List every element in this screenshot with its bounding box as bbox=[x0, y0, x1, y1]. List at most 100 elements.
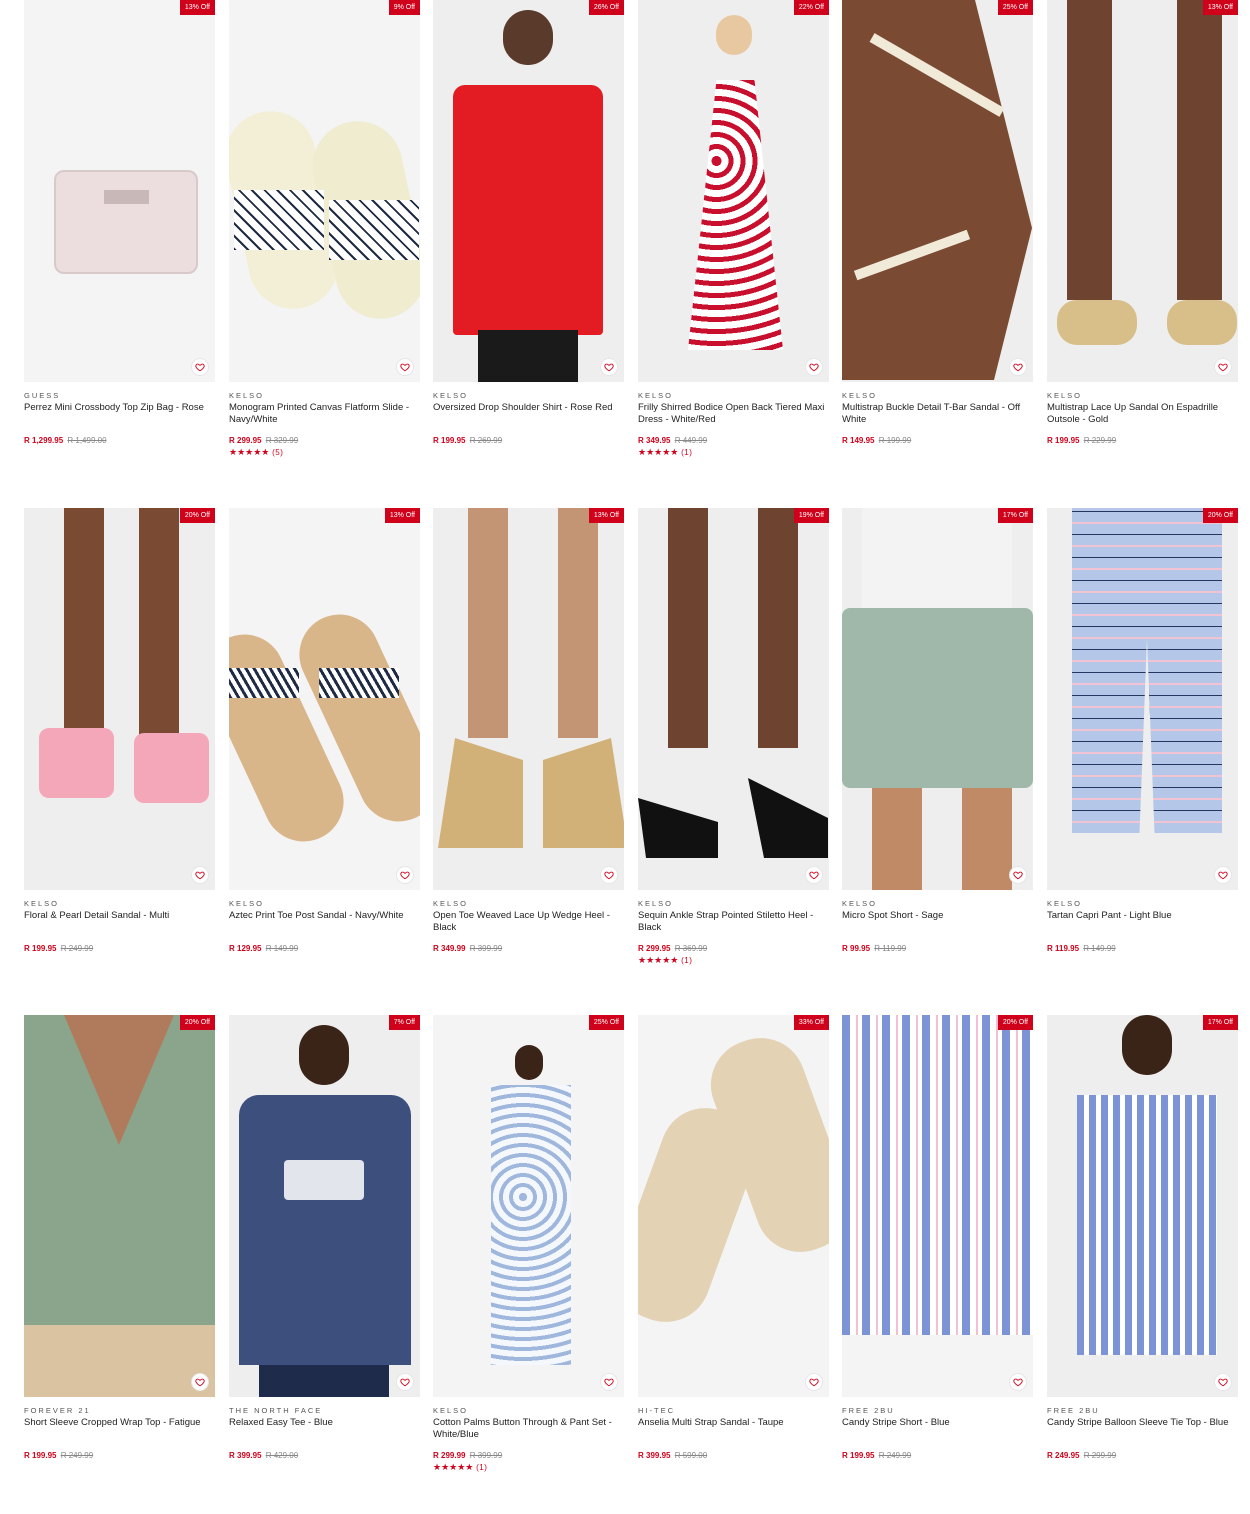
product-brand[interactable]: KELSO bbox=[433, 899, 624, 908]
product-brand[interactable]: FOREVER 21 bbox=[24, 1406, 215, 1415]
product-name[interactable]: Candy Stripe Balloon Sleeve Tie Top - Bl… bbox=[1047, 1417, 1238, 1440]
wishlist-button[interactable] bbox=[191, 1373, 209, 1391]
product-card[interactable]: 33% Off HI-TEC Anselia Multi Strap Sanda… bbox=[638, 1015, 829, 1472]
product-card[interactable]: 19% Off KELSO Sequin Ankle Strap Pointed… bbox=[638, 508, 829, 965]
wishlist-button[interactable] bbox=[396, 358, 414, 376]
product-image[interactable]: 13% Off bbox=[433, 508, 624, 890]
product-card[interactable]: 13% Off KELSO Open Toe Weaved Lace Up We… bbox=[433, 508, 624, 965]
wishlist-button[interactable] bbox=[1214, 866, 1232, 884]
product-brand[interactable]: GUESS bbox=[24, 391, 215, 400]
product-image[interactable]: 13% Off bbox=[1047, 0, 1238, 382]
product-image[interactable]: 25% Off bbox=[433, 1015, 624, 1397]
product-brand[interactable]: KELSO bbox=[1047, 391, 1238, 400]
product-brand[interactable]: KELSO bbox=[1047, 899, 1238, 908]
product-card[interactable]: 20% Off KELSO Floral & Pearl Detail Sand… bbox=[24, 508, 215, 965]
wishlist-button[interactable] bbox=[805, 866, 823, 884]
product-brand[interactable]: KELSO bbox=[842, 899, 1033, 908]
product-card[interactable]: 25% Off KELSO Cotton Palms Button Throug… bbox=[433, 1015, 624, 1472]
product-name[interactable]: Multistrap Buckle Detail T-Bar Sandal - … bbox=[842, 402, 1033, 425]
product-brand[interactable]: KELSO bbox=[638, 391, 829, 400]
product-brand[interactable]: KELSO bbox=[842, 391, 1033, 400]
product-image[interactable]: 22% Off bbox=[638, 0, 829, 382]
product-brand[interactable]: KELSO bbox=[229, 899, 420, 908]
product-card[interactable]: 25% Off KELSO Multistrap Buckle Detail T… bbox=[842, 0, 1033, 457]
product-prices: R 149.95 R 199.99 bbox=[842, 436, 1033, 446]
product-image[interactable]: 19% Off bbox=[638, 508, 829, 890]
heart-outline-icon bbox=[1218, 363, 1228, 372]
product-name[interactable]: Aztec Print Toe Post Sandal - Navy/White bbox=[229, 910, 420, 933]
product-brand[interactable]: FREE 2BU bbox=[1047, 1406, 1238, 1415]
current-price: R 349.95 bbox=[638, 436, 671, 445]
product-image[interactable]: 20% Off bbox=[1047, 508, 1238, 890]
product-name[interactable]: Floral & Pearl Detail Sandal - Multi bbox=[24, 910, 215, 933]
product-image[interactable]: 17% Off bbox=[842, 508, 1033, 890]
wishlist-button[interactable] bbox=[600, 1373, 618, 1391]
wishlist-button[interactable] bbox=[1009, 1373, 1027, 1391]
product-card[interactable]: 20% Off FOREVER 21 Short Sleeve Cropped … bbox=[24, 1015, 215, 1472]
product-image[interactable]: 20% Off bbox=[24, 508, 215, 890]
wishlist-button[interactable] bbox=[1009, 358, 1027, 376]
current-price: R 119.95 bbox=[1047, 944, 1080, 953]
product-name[interactable]: Open Toe Weaved Lace Up Wedge Heel - Bla… bbox=[433, 910, 624, 933]
product-brand[interactable]: KELSO bbox=[433, 1406, 624, 1415]
product-image[interactable]: 26% Off bbox=[433, 0, 624, 382]
product-image[interactable]: 20% Off bbox=[842, 1015, 1033, 1397]
wishlist-button[interactable] bbox=[1214, 1373, 1232, 1391]
current-price: R 199.95 bbox=[1047, 436, 1080, 445]
product-name[interactable]: Multistrap Lace Up Sandal On Espadrille … bbox=[1047, 402, 1238, 425]
product-card[interactable]: 13% Off GUESS Perrez Mini Crossbody Top … bbox=[24, 0, 215, 457]
product-name[interactable]: Relaxed Easy Tee - Blue bbox=[229, 1417, 420, 1440]
product-name[interactable]: Cotton Palms Button Through & Pant Set -… bbox=[433, 1417, 624, 1440]
wishlist-button[interactable] bbox=[600, 358, 618, 376]
product-card[interactable]: 7% Off THE NORTH FACE Relaxed Easy Tee -… bbox=[229, 1015, 420, 1472]
product-image[interactable]: 9% Off bbox=[229, 0, 420, 382]
product-image[interactable]: 20% Off bbox=[24, 1015, 215, 1397]
product-card[interactable]: 17% Off FREE 2BU Candy Stripe Balloon Sl… bbox=[1047, 1015, 1238, 1472]
product-card[interactable]: 9% Off KELSO Monogram Printed Canvas Fla… bbox=[229, 0, 420, 457]
product-brand[interactable]: FREE 2BU bbox=[842, 1406, 1033, 1415]
product-rating-empty bbox=[433, 447, 624, 457]
product-rating-empty bbox=[229, 1462, 420, 1472]
wishlist-button[interactable] bbox=[191, 358, 209, 376]
product-name[interactable]: Sequin Ankle Strap Pointed Stiletto Heel… bbox=[638, 910, 829, 933]
product-prices: R 399.95 R 429.00 bbox=[229, 1451, 420, 1461]
product-brand[interactable]: KELSO bbox=[24, 899, 215, 908]
product-brand[interactable]: HI-TEC bbox=[638, 1406, 829, 1415]
product-card[interactable]: 13% Off KELSO Multistrap Lace Up Sandal … bbox=[1047, 0, 1238, 457]
product-name[interactable]: Short Sleeve Cropped Wrap Top - Fatigue bbox=[24, 1417, 215, 1440]
product-card[interactable]: 13% Off KELSO Aztec Print Toe Post Sanda… bbox=[229, 508, 420, 965]
wishlist-button[interactable] bbox=[1214, 358, 1232, 376]
product-brand[interactable]: KELSO bbox=[638, 899, 829, 908]
product-image[interactable]: 17% Off bbox=[1047, 1015, 1238, 1397]
product-card[interactable]: 26% Off KELSO Oversized Drop Shoulder Sh… bbox=[433, 0, 624, 457]
product-image[interactable]: 13% Off bbox=[229, 508, 420, 890]
review-count: (1) bbox=[681, 448, 693, 457]
product-name[interactable]: Monogram Printed Canvas Flatform Slide -… bbox=[229, 402, 420, 425]
product-name[interactable]: Tartan Capri Pant - Light Blue bbox=[1047, 910, 1238, 933]
product-card[interactable]: 22% Off KELSO Frilly Shirred Bodice Open… bbox=[638, 0, 829, 457]
product-image[interactable]: 13% Off bbox=[24, 0, 215, 382]
wishlist-button[interactable] bbox=[396, 1373, 414, 1391]
product-card[interactable]: 20% Off KELSO Tartan Capri Pant - Light … bbox=[1047, 508, 1238, 965]
product-card[interactable]: 20% Off FREE 2BU Candy Stripe Short - Bl… bbox=[842, 1015, 1033, 1472]
product-image[interactable]: 33% Off bbox=[638, 1015, 829, 1397]
product-image[interactable]: 7% Off bbox=[229, 1015, 420, 1397]
product-name[interactable]: Micro Spot Short - Sage bbox=[842, 910, 1033, 933]
product-card[interactable]: 17% Off KELSO Micro Spot Short - Sage R … bbox=[842, 508, 1033, 965]
wishlist-button[interactable] bbox=[600, 866, 618, 884]
product-name[interactable]: Perrez Mini Crossbody Top Zip Bag - Rose bbox=[24, 402, 215, 425]
discount-badge: 20% Off bbox=[179, 1015, 215, 1030]
wishlist-button[interactable] bbox=[805, 358, 823, 376]
product-brand[interactable]: KELSO bbox=[433, 391, 624, 400]
wishlist-button[interactable] bbox=[191, 866, 209, 884]
product-brand[interactable]: KELSO bbox=[229, 391, 420, 400]
product-brand[interactable]: THE NORTH FACE bbox=[229, 1406, 420, 1415]
product-name[interactable]: Anselia Multi Strap Sandal - Taupe bbox=[638, 1417, 829, 1440]
wishlist-button[interactable] bbox=[396, 866, 414, 884]
product-image[interactable]: 25% Off bbox=[842, 0, 1033, 382]
product-name[interactable]: Oversized Drop Shoulder Shirt - Rose Red bbox=[433, 402, 624, 425]
wishlist-button[interactable] bbox=[1009, 866, 1027, 884]
product-name[interactable]: Frilly Shirred Bodice Open Back Tiered M… bbox=[638, 402, 829, 425]
product-name[interactable]: Candy Stripe Short - Blue bbox=[842, 1417, 1033, 1440]
wishlist-button[interactable] bbox=[805, 1373, 823, 1391]
